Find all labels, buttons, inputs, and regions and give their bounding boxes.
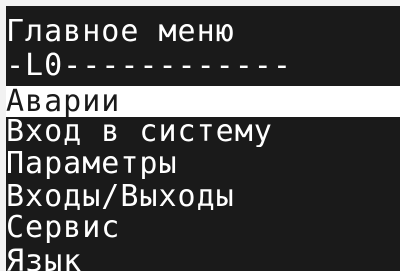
menu-item-parameters[interactable]: Параметры bbox=[6, 148, 400, 179]
menu-item-service[interactable]: Сервис bbox=[6, 212, 400, 243]
menu-item-language[interactable]: Язык bbox=[6, 246, 400, 271]
menu-item-inputs-outputs[interactable]: Входы/Выходы bbox=[6, 181, 400, 212]
menu-item-login[interactable]: Вход в систему bbox=[6, 116, 400, 147]
menu-item-alarms[interactable]: Аварии bbox=[6, 86, 400, 117]
menu-title: Главное меню bbox=[6, 16, 235, 47]
lcd-screen: Главное меню -L0------------ Аварии Вход… bbox=[6, 6, 400, 271]
level-indicator: -L0------------ bbox=[6, 50, 292, 81]
